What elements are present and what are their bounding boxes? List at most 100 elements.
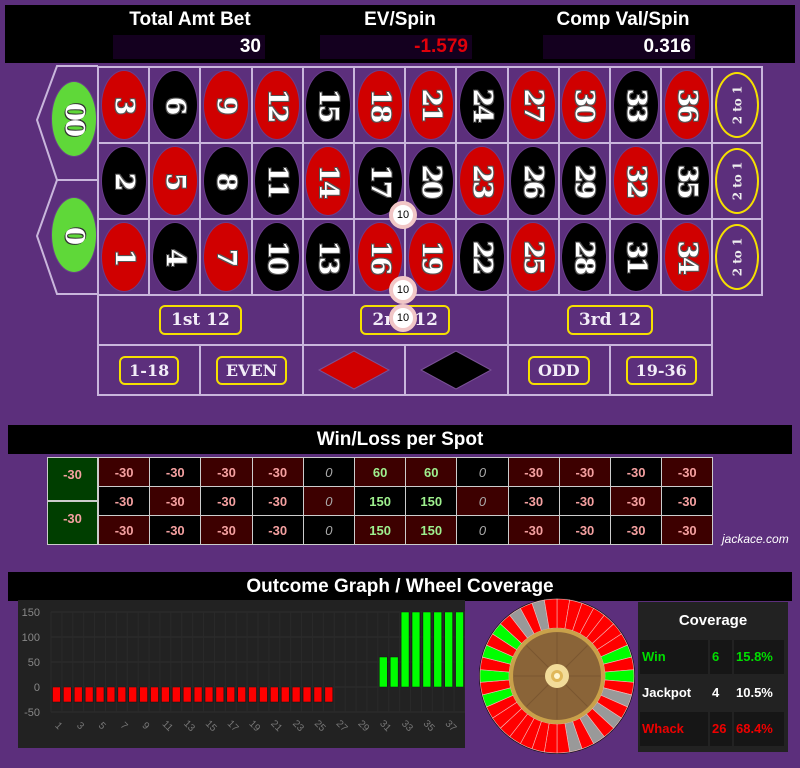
- number-label: 0: [59, 226, 89, 244]
- number-cell-29[interactable]: 29: [557, 142, 611, 220]
- number-cell-2[interactable]: 2: [97, 142, 151, 220]
- number-cell-8[interactable]: 8: [199, 142, 253, 220]
- outside-bet-19-36[interactable]: 19-36: [609, 344, 714, 396]
- outside-bet-label: 19-36: [625, 355, 697, 385]
- number-cell-15[interactable]: 15: [301, 66, 355, 144]
- number-label: 36: [671, 88, 702, 122]
- bar-38: [455, 611, 464, 688]
- number-cell-3[interactable]: 3: [97, 66, 151, 144]
- number-cell-13[interactable]: 13: [301, 218, 355, 296]
- winloss-cell-18: 60: [354, 457, 407, 487]
- bar-16: [215, 686, 225, 703]
- coverage-count: 4: [712, 685, 720, 700]
- zero-0-button[interactable]: 0: [52, 198, 96, 272]
- number-cell-4[interactable]: 4: [148, 218, 202, 296]
- x-tick-label: 7: [118, 720, 130, 732]
- outside-bet-red[interactable]: [301, 344, 407, 396]
- number-label: 30: [569, 88, 600, 122]
- number-cell-22[interactable]: 22: [455, 218, 509, 296]
- number-oval: 30: [562, 71, 607, 139]
- winloss-cell-21: 60: [405, 457, 458, 487]
- coverage-title: Coverage: [678, 612, 748, 629]
- column-bet-oval: 2 to 1: [715, 72, 760, 138]
- number-cell-27[interactable]: 27: [506, 66, 560, 144]
- number-cell-24[interactable]: 24: [455, 66, 509, 144]
- bar-35: [422, 611, 432, 688]
- number-label: 22: [466, 240, 497, 274]
- number-cell-10[interactable]: 10: [250, 218, 304, 296]
- winloss-cell-22: 0: [456, 515, 509, 545]
- number-label: 2: [108, 172, 139, 190]
- x-tick-label: 37: [443, 718, 459, 734]
- winloss-cell-28: -30: [558, 515, 611, 545]
- bar-5: [95, 686, 105, 703]
- outside-bet-black[interactable]: [404, 344, 509, 396]
- outside-bet-label: ODD: [527, 355, 590, 385]
- winloss-cell-12: -30: [251, 457, 304, 487]
- number-label: 24: [466, 88, 497, 122]
- bet-chip[interactable]: 10: [389, 276, 417, 304]
- number-cell-32[interactable]: 32: [609, 142, 663, 220]
- winloss-cell-31: -30: [610, 515, 663, 545]
- column-bet-oval: 2 to 1: [715, 224, 760, 290]
- bar-11: [161, 686, 170, 703]
- outside-bet-1-18[interactable]: 1-18: [97, 344, 202, 396]
- number-cell-36[interactable]: 36: [660, 66, 714, 144]
- column-bet-label: 2 to 1: [730, 85, 745, 125]
- number-cell-18[interactable]: 18: [353, 66, 407, 144]
- winloss-cell-24: 0: [456, 457, 509, 487]
- column-bet-3[interactable]: 2 to 1: [711, 218, 764, 296]
- coverage-count: 6: [710, 640, 732, 674]
- number-cell-21[interactable]: 21: [404, 66, 458, 144]
- number-cell-25[interactable]: 25: [506, 218, 560, 296]
- outside-bet-odd[interactable]: ODD: [506, 344, 611, 396]
- number-label: 10: [262, 240, 293, 274]
- number-cell-9[interactable]: 9: [199, 66, 253, 144]
- number-cell-14[interactable]: 14: [301, 142, 355, 220]
- number-cell-33[interactable]: 33: [609, 66, 663, 144]
- winloss-cell-14: 0: [302, 486, 355, 516]
- dozen-3-bet[interactable]: 3rd 12: [506, 294, 714, 346]
- number-cell-31[interactable]: 31: [609, 218, 663, 296]
- outcome-chart: 150 100 50 0 -50 1 3 5 7 9 11 13 15 17 19 21 23 25 27 29 31 3…: [18, 600, 466, 748]
- bar-26: [324, 686, 334, 703]
- x-tick-label: 23: [290, 718, 306, 734]
- number-label: 3: [108, 96, 139, 114]
- zero-00-button[interactable]: 00: [52, 82, 96, 156]
- outside-bet-even[interactable]: EVEN: [199, 344, 304, 396]
- number-cell-28[interactable]: 28: [557, 218, 611, 296]
- number-oval: 9: [203, 71, 248, 139]
- outcome-chart-svg: 150100500-501 3 5 7 9 11 13 15 17 19 21 23 25 27 29 31 3…: [22, 607, 466, 734]
- brand-link[interactable]: jackace.com: [722, 532, 789, 546]
- comp-stat: Comp Val/Spin 0.316: [543, 5, 703, 59]
- number-cell-12[interactable]: 12: [250, 66, 304, 144]
- number-cell-7[interactable]: 7: [199, 218, 253, 296]
- number-cell-5[interactable]: 5: [148, 142, 202, 220]
- number-cell-6[interactable]: 6: [148, 66, 202, 144]
- number-cell-23[interactable]: 23: [455, 142, 509, 220]
- winloss-cell-8: -30: [200, 486, 253, 516]
- column-bet-2[interactable]: 2 to 1: [711, 142, 764, 220]
- bar-22: [281, 686, 290, 703]
- number-cell-35[interactable]: 35: [660, 142, 714, 220]
- bar-1: [52, 686, 61, 703]
- number-cell-26[interactable]: 26: [506, 142, 560, 220]
- number-oval: 29: [562, 147, 607, 215]
- bar-32: [389, 656, 399, 688]
- number-cell-30[interactable]: 30: [557, 66, 611, 144]
- bet-chip[interactable]: 10: [389, 201, 417, 229]
- number-oval: 28: [562, 223, 607, 291]
- coverage-pct: 15.8%: [734, 640, 784, 674]
- bar-15: [204, 686, 214, 703]
- number-cell-34[interactable]: 34: [660, 218, 714, 296]
- number-oval: 32: [613, 147, 658, 215]
- winloss-cell-4: -30: [149, 515, 202, 545]
- coverage-pct: 10.5%: [736, 685, 773, 700]
- dozen-1-bet[interactable]: 1st 12: [97, 294, 304, 346]
- x-tick-label: 3: [74, 720, 86, 732]
- coverage-row-whack: Whack 26 68.4%: [640, 712, 784, 746]
- number-cell-1[interactable]: 1: [97, 218, 151, 296]
- bet-chip[interactable]: 10: [389, 304, 417, 332]
- number-cell-11[interactable]: 11: [250, 142, 304, 220]
- column-bet-1[interactable]: 2 to 1: [711, 66, 764, 144]
